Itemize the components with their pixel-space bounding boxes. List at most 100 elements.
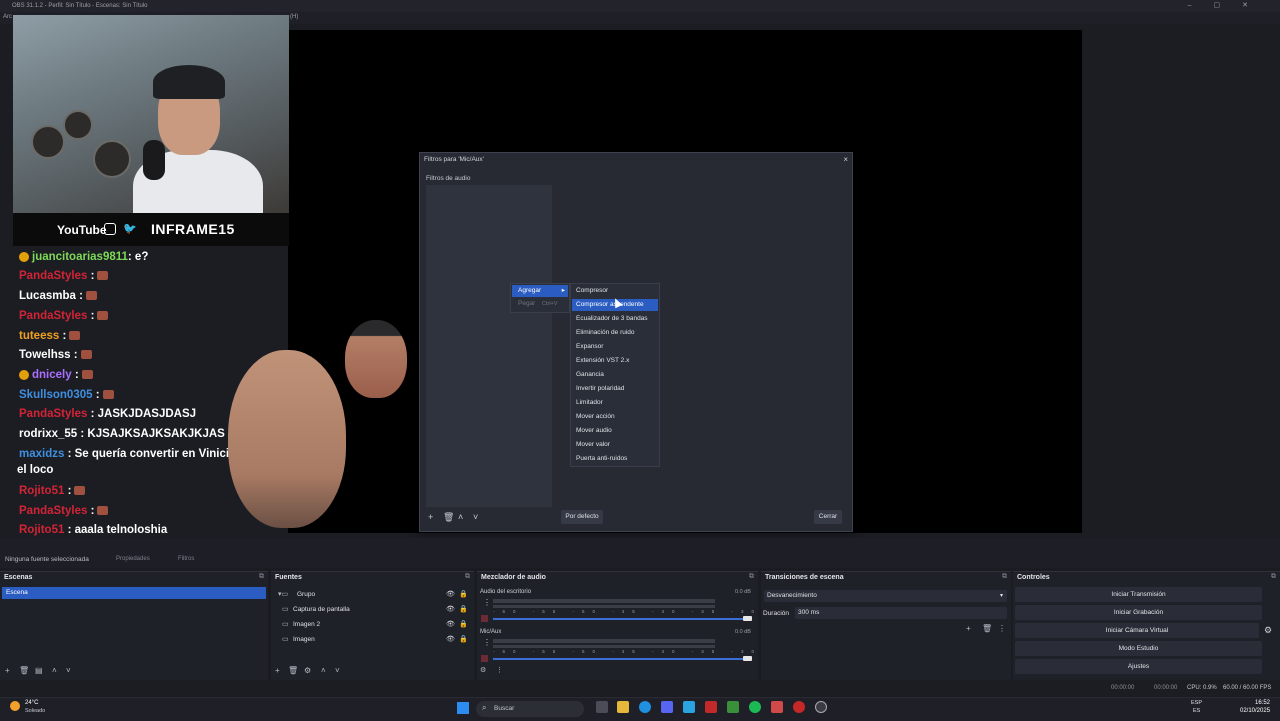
more-options-icon[interactable]: ⋮ [483,598,491,607]
menu-item-paste[interactable]: Pegar Ctrl+V [512,298,568,310]
dock-float-icon[interactable]: ⧉ [749,573,754,581]
volume-knob[interactable] [743,616,752,621]
trash-icon[interactable]: 🗑 [288,666,298,675]
menu-item-help[interactable]: (H) [290,14,298,20]
source-item[interactable]: ▭ Captura de pantalla 👁 🔒 [271,605,471,617]
lock-icon[interactable]: 🔒 [459,605,468,613]
fps-readout: 60.00 / 60.00 FPS [1223,685,1272,691]
more-options-icon[interactable]: ⋮ [496,666,503,674]
menu-item-add[interactable]: Agregar ▸ [512,285,568,297]
visibility-eye-icon[interactable]: 👁 [446,590,455,598]
duration-input[interactable]: 300 ms [795,607,1007,619]
submenu-item[interactable]: Compresor [572,285,658,297]
move-up-icon[interactable]: ˄ [321,666,326,675]
chat-text: : [71,369,79,381]
add-icon[interactable]: + [966,624,971,633]
taskbar-search[interactable]: ⌕ Buscar [476,701,584,717]
control-button[interactable]: Iniciar Transmisión [1015,587,1262,602]
visibility-eye-icon[interactable]: 👁 [446,620,455,628]
submenu-item[interactable]: Invertir polaridad [572,383,658,395]
dock-float-icon[interactable]: ⧉ [1271,573,1276,581]
mute-icon[interactable] [481,655,488,662]
control-button[interactable]: Iniciar Grabación [1015,605,1262,620]
spotify-icon[interactable] [749,701,761,713]
mute-icon[interactable] [481,615,488,622]
control-button[interactable]: Modo Estudio [1015,641,1262,656]
trash-icon[interactable]: 🗑 [443,512,454,523]
dock-float-icon[interactable]: ⧉ [1002,573,1007,581]
control-button[interactable]: Iniciar Cámara Virtual [1015,623,1259,638]
add-icon[interactable]: + [275,666,280,675]
task-view-icon[interactable] [596,701,608,713]
app-icon[interactable] [727,701,739,713]
edge-icon[interactable] [639,701,651,713]
audio-filters-label: Filtros de audio [426,175,471,182]
submenu-item[interactable]: Eliminación de ruido [572,327,658,339]
weather-icon[interactable] [10,701,20,711]
properties-button[interactable]: Propiedades [116,556,150,562]
chat-message: dnicely : [19,369,93,381]
trash-icon[interactable]: 🗑 [19,666,29,675]
dock-float-icon[interactable]: ⧉ [465,573,470,581]
telegram-icon[interactable] [683,701,695,713]
submenu-item[interactable]: Ecualizador de 3 bandas [572,313,658,325]
submenu-item[interactable]: Limitador [572,397,658,409]
scene-item[interactable]: Escena [2,587,266,599]
close-button[interactable]: Cerrar [814,510,842,524]
submenu-item[interactable]: Expansor [572,341,658,353]
submenu-item[interactable]: Mover valor [572,439,658,451]
dock-float-icon[interactable]: ⧉ [259,573,264,581]
more-options-icon[interactable]: ⋮ [998,624,1006,633]
move-down-icon[interactable]: ˅ [66,666,71,675]
controls-header: Controles [1017,574,1050,581]
move-down-icon[interactable]: ˅ [473,512,478,522]
filters-button[interactable]: Filtros [178,556,194,562]
submenu-item[interactable]: Mover audio [572,425,658,437]
windows-start-icon[interactable] [457,702,469,714]
chat-message: PandaStyles : [19,505,109,517]
add-filter-submenu: Compresor Compresor ascendente Ecualizador… [570,283,660,467]
volume-slider[interactable] [493,658,751,660]
transition-select[interactable]: Desvanecimiento ▾ [764,590,1007,602]
app-icon[interactable] [771,701,783,713]
default-button[interactable]: Por defecto [561,510,603,524]
menu-item-file[interactable]: Arc [3,14,12,20]
discord-icon[interactable] [661,701,673,713]
trash-icon[interactable]: 🗑 [982,624,992,633]
gear-icon[interactable]: ⚙ [1264,625,1272,636]
window-controls[interactable]: –▢✕ [1188,0,1270,12]
lock-icon[interactable]: 🔒 [459,590,468,598]
source-item[interactable]: ▭ Imagen 👁 🔒 [271,635,471,647]
more-options-icon[interactable]: ⋮ [483,638,491,647]
volume-slider[interactable] [493,618,751,620]
app-icon[interactable] [705,701,717,713]
filter-list[interactable] [426,185,552,507]
audio-mixer-dock: Mezclador de audio ⧉ Audio del escritori… [477,571,962,680]
move-up-icon[interactable]: ˄ [458,512,463,522]
keyboard-language[interactable]: ESP [1191,700,1202,706]
gear-icon[interactable]: ⚙ [304,666,311,675]
source-item[interactable]: ▭ Imagen 2 👁 🔒 [271,620,471,632]
visibility-eye-icon[interactable]: 👁 [446,605,455,613]
submenu-item[interactable]: Mover acción [572,411,658,423]
source-item[interactable]: ▾▭ Grupo 👁 🔒 [271,590,471,602]
add-icon[interactable]: + [5,666,10,675]
visibility-eye-icon[interactable]: 👁 [446,635,455,643]
lock-icon[interactable]: 🔒 [459,620,468,628]
lock-icon[interactable]: 🔒 [459,635,468,643]
gear-icon[interactable]: ⚙ [480,666,486,674]
filter-icon[interactable]: ▤ [35,666,43,675]
obs-icon[interactable] [815,701,827,713]
move-down-icon[interactable]: ˅ [335,666,340,675]
social-bar: YouTube 🐦 INFRAME15 [13,213,289,246]
add-icon[interactable]: + [428,512,433,522]
submenu-item[interactable]: Puerta anti-ruidos [572,453,658,465]
volume-knob[interactable] [743,656,752,661]
control-button[interactable]: Ajustes [1015,659,1262,674]
file-explorer-icon[interactable] [617,701,629,713]
close-icon[interactable]: × [843,155,848,164]
submenu-item[interactable]: Ganancia [572,369,658,381]
app-icon[interactable] [793,701,805,713]
submenu-item[interactable]: Extensión VST 2.x [572,355,658,367]
move-up-icon[interactable]: ˄ [52,666,57,675]
